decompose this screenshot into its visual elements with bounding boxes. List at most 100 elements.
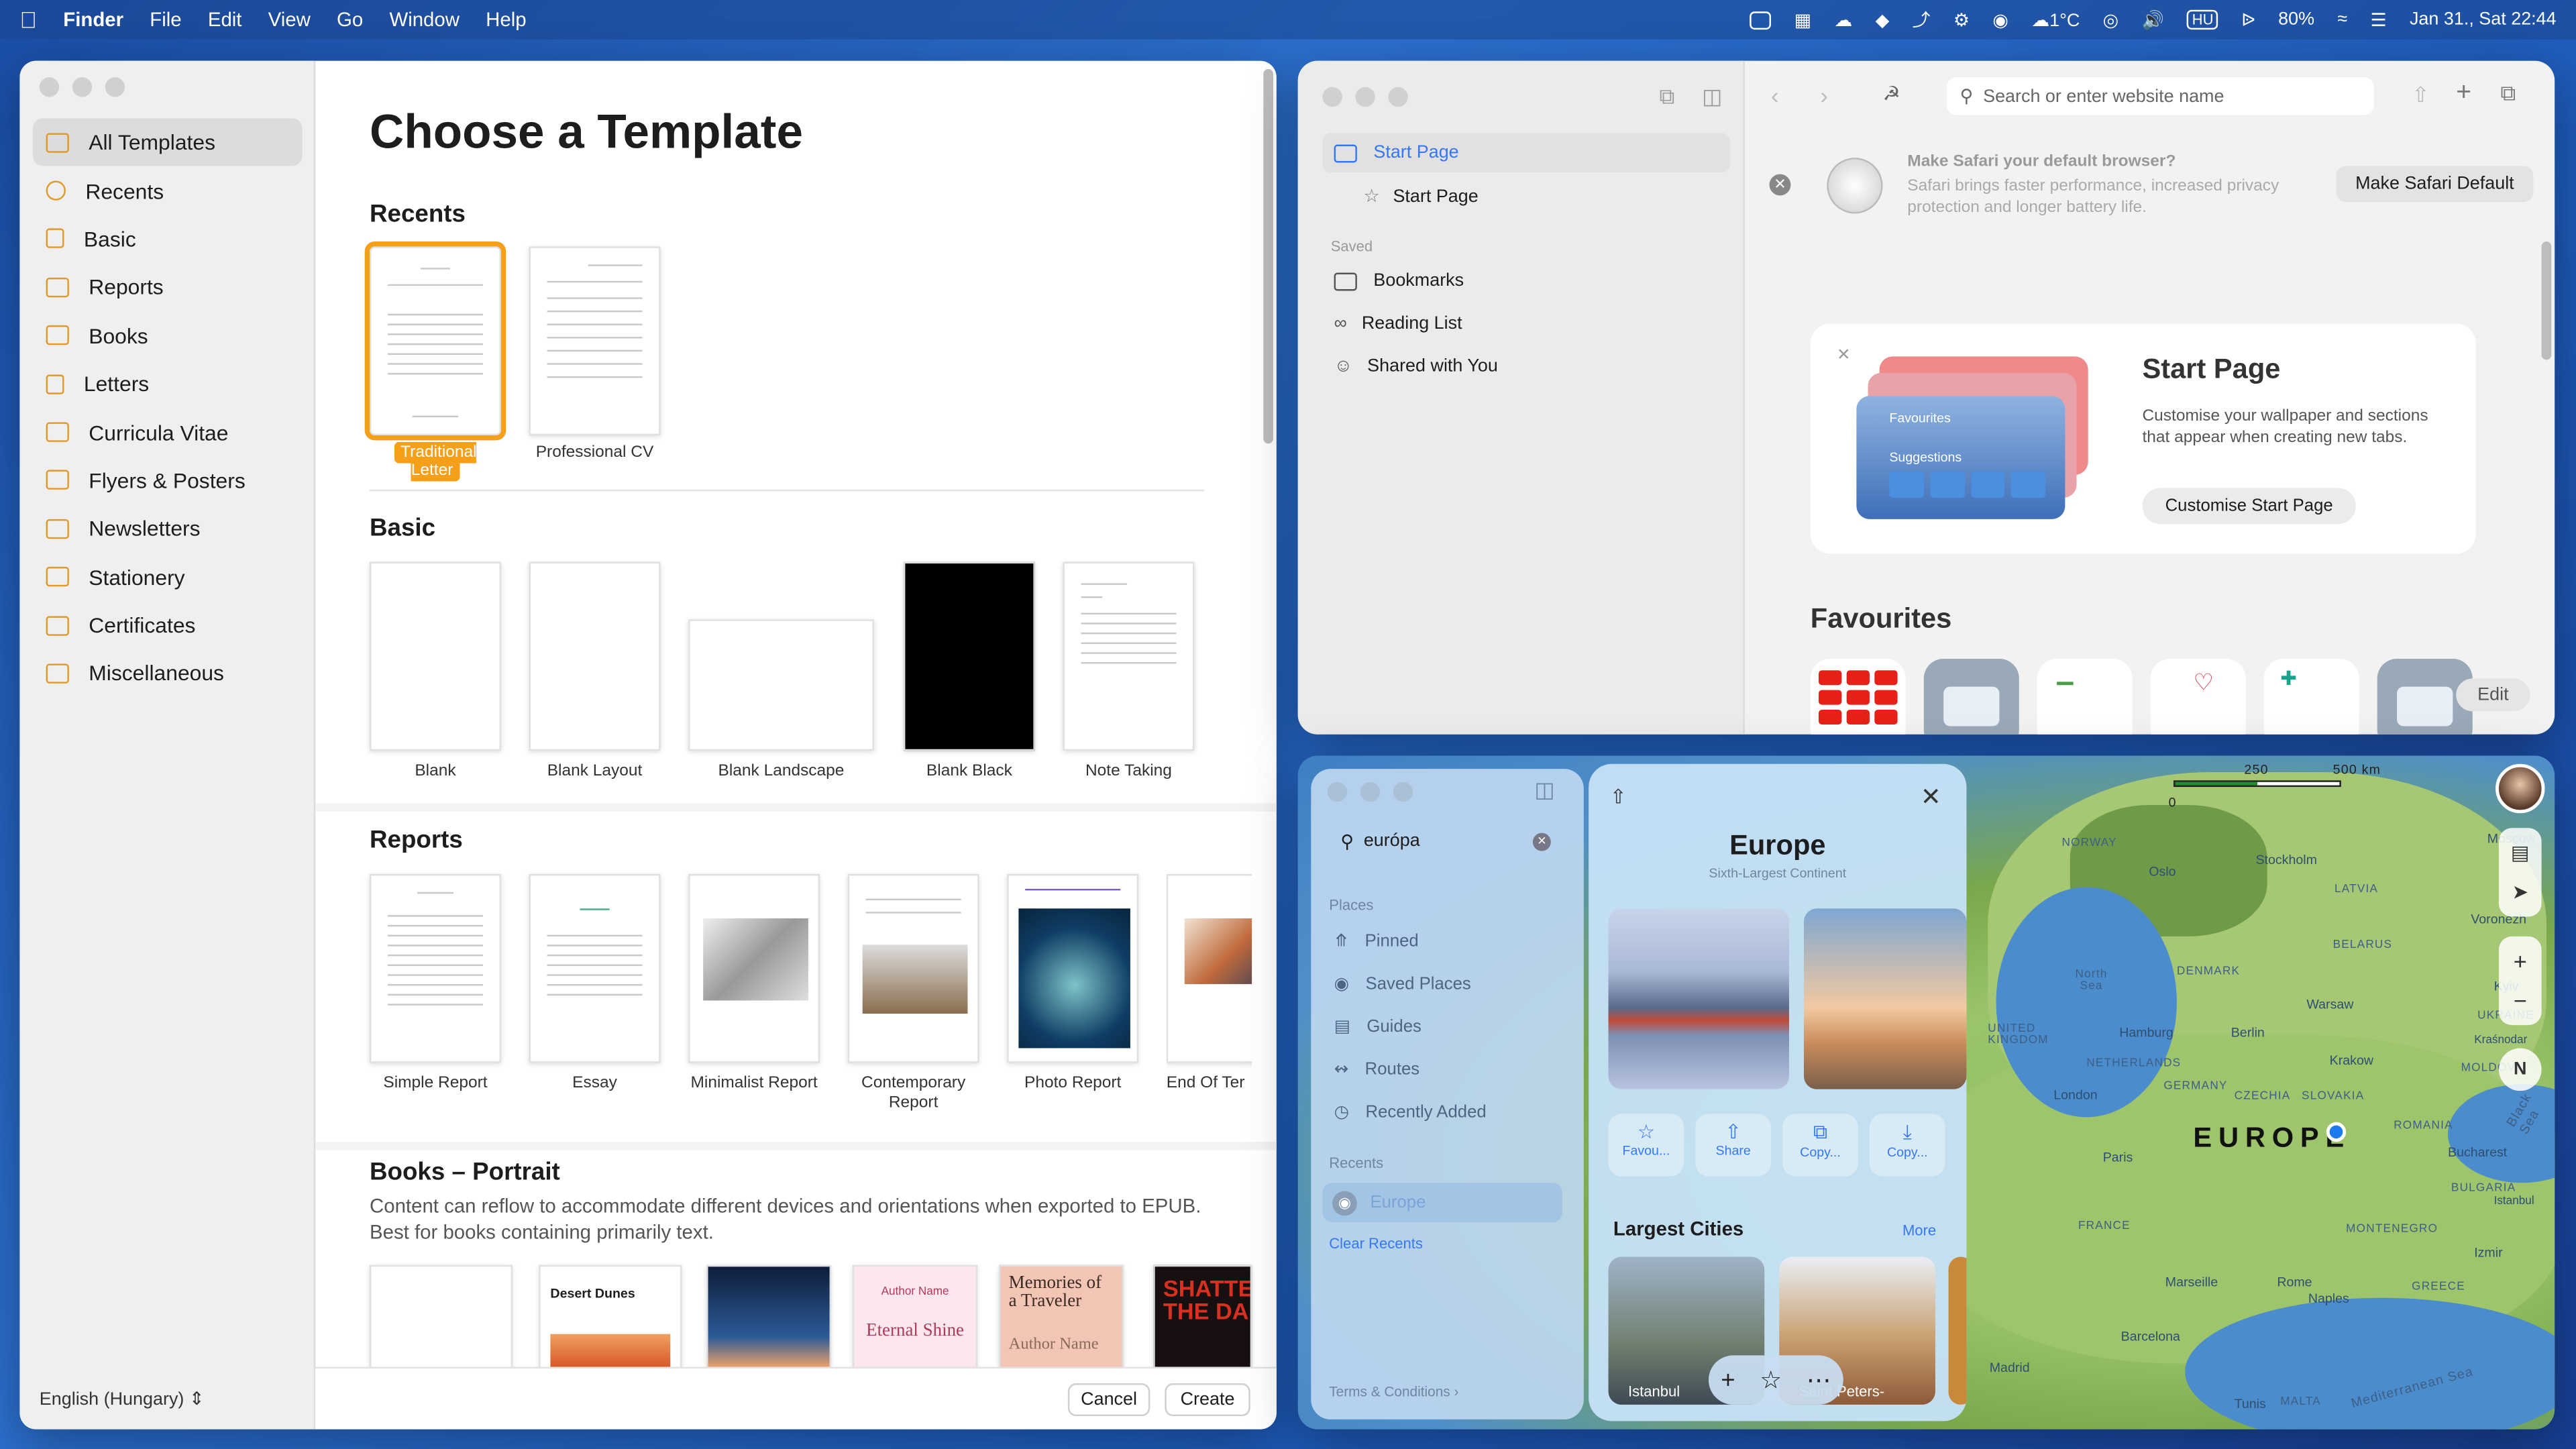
wifi-icon[interactable]: ≈ <box>2337 10 2347 30</box>
clock[interactable]: Jan 31., Sat 22:44 <box>2410 10 2557 30</box>
zoom-button[interactable] <box>105 77 125 97</box>
sidebar-item-newsletters[interactable]: Newsletters <box>33 504 303 553</box>
plus-icon[interactable]: + <box>1721 1366 1735 1394</box>
sidebar-item-all-templates[interactable]: All Templates <box>32 118 303 167</box>
sidebar-item-shared-with-you[interactable]: ☺ Shared with You <box>1334 356 1498 376</box>
favourite-action[interactable]: ☆ Favou... <box>1608 1114 1684 1177</box>
customise-start-page-button[interactable]: Customise Start Page <box>2142 488 2356 525</box>
places-item-routes[interactable]: ↭ Routes <box>1334 1060 1420 1079</box>
forward-icon[interactable]: › <box>1820 82 1827 108</box>
places-item-saved[interactable]: ◉ Saved Places <box>1334 974 1471 994</box>
favourite-site[interactable] <box>2037 659 2133 735</box>
map-icon[interactable]: ▤ <box>2511 841 2530 864</box>
book-template-night[interactable] <box>706 1265 832 1367</box>
book-template-desert-dunes[interactable]: Desert Dunes <box>539 1265 682 1367</box>
terms-link[interactable]: Terms & Conditions › <box>1329 1383 1458 1399</box>
minimize-button[interactable] <box>1360 782 1381 802</box>
cancel-button[interactable]: Cancel <box>1067 1383 1150 1417</box>
close-card-icon[interactable]: ✕ <box>1837 347 1851 365</box>
avatar[interactable] <box>2496 763 2545 814</box>
sidebar-item-reading-list[interactable]: ∞ Reading List <box>1334 314 1462 333</box>
menu-app-name[interactable]: Finder <box>63 8 123 31</box>
cloud-icon[interactable]: ☁ <box>1834 9 1852 30</box>
template-professional-cv[interactable]: Professional CV <box>529 246 661 462</box>
book-template-blank[interactable] <box>370 1265 513 1367</box>
volume-icon[interactable]: 🔊 <box>2141 9 2164 30</box>
favourite-folder-icon[interactable] <box>1923 659 2019 735</box>
sidebar-toggle-icon[interactable]: ◫ <box>1534 777 1554 803</box>
clear-recents-link[interactable]: Clear Recents <box>1329 1236 1423 1252</box>
zoom-button[interactable] <box>1393 782 1413 802</box>
compass-button[interactable]: N <box>2498 1048 2542 1091</box>
sidebar-item-bookmarks[interactable]: Bookmarks <box>1334 271 1464 290</box>
menu-view[interactable]: View <box>268 8 311 31</box>
share-icon[interactable]: ⇧ <box>2412 82 2430 108</box>
location-pin[interactable] <box>2326 1122 2347 1142</box>
template-simple-report[interactable]: Simple Report <box>370 873 501 1093</box>
template-traditional-letter[interactable]: Traditional Letter <box>364 241 506 482</box>
places-item-recently-added[interactable]: ◷ Recently Added <box>1334 1102 1487 1122</box>
menu-file[interactable]: File <box>150 8 181 31</box>
sidebar-item-certificates[interactable]: Certificates <box>33 601 303 649</box>
tab-group-icon[interactable]: ⧉ <box>1659 84 1674 110</box>
sidebar-item-miscellaneous[interactable]: Miscellaneous <box>33 649 303 698</box>
zoom-button[interactable] <box>1388 87 1408 107</box>
tab-overview-icon[interactable]: ⧉ <box>2500 80 2516 107</box>
minimize-button[interactable] <box>1355 87 1375 107</box>
control-center-icon[interactable]: ☰ <box>2370 9 2386 30</box>
share-action[interactable]: ⇧ Share <box>1695 1114 1772 1177</box>
template-end-of-term[interactable]: End Of Ter <box>1166 873 1252 1093</box>
template-contemporary-report[interactable]: Contemporary Report <box>847 873 979 1114</box>
copy-action[interactable]: ⧉ Copy... <box>1782 1114 1858 1177</box>
menu-help[interactable]: Help <box>486 8 526 31</box>
menu-go[interactable]: Go <box>337 8 363 31</box>
translate-icon[interactable]: ☭ <box>1883 82 1900 105</box>
star-icon[interactable]: ☆ <box>1760 1365 1782 1395</box>
place-photo[interactable] <box>1608 908 1789 1089</box>
close-button[interactable] <box>1327 782 1348 802</box>
dismiss-icon[interactable]: ✕ <box>1769 174 1791 196</box>
sidebar-item-basic[interactable]: Basic <box>33 215 303 263</box>
make-default-button[interactable]: Make Safari Default <box>2336 166 2534 203</box>
template-photo-report[interactable]: Photo Report <box>1007 873 1139 1093</box>
input-source[interactable]: HU <box>2187 9 2218 30</box>
tab-start-page[interactable]: ☆ Start Page <box>1364 186 1479 207</box>
battery-percent[interactable]: 80% <box>2278 10 2314 30</box>
sidebar-item-recents[interactable]: Recents <box>33 166 303 215</box>
sidebar-item-books[interactable]: Books <box>33 311 303 360</box>
weather-icon[interactable]: ☁1°C <box>2031 9 2080 30</box>
sidebar-toggle-icon[interactable]: ◫ <box>1702 84 1722 110</box>
close-button[interactable] <box>1322 87 1342 107</box>
template-blank[interactable]: Blank <box>370 561 501 780</box>
place-photo[interactable] <box>1804 908 1967 1089</box>
maps-search-field[interactable]: ⚲ európa ✕ <box>1328 823 1551 859</box>
more-link[interactable]: More <box>1902 1222 1936 1238</box>
share-icon[interactable]: ⇧ <box>1610 786 1627 808</box>
sidebar-item-cv[interactable]: Curricula Vitae <box>33 408 303 456</box>
template-minimalist-report[interactable]: Minimalist Report <box>688 873 820 1093</box>
favourite-site[interactable]: ♡ <box>2150 659 2246 735</box>
scrollbar[interactable] <box>2541 241 2552 360</box>
template-essay[interactable]: Essay <box>529 873 661 1093</box>
menu-edit[interactable]: Edit <box>208 8 242 31</box>
places-item-pinned[interactable]: ⤊ Pinned <box>1334 932 1419 951</box>
sidebar-item-reports[interactable]: Reports <box>33 263 303 311</box>
grid-icon[interactable]: ▦ <box>1794 9 1811 30</box>
address-bar[interactable]: ⚲ Search or enter website name <box>1947 77 2374 115</box>
shield-icon[interactable]: ◆ <box>1876 9 1890 30</box>
template-blank-layout[interactable]: Blank Layout <box>529 561 661 780</box>
template-note-taking[interactable]: Note Taking <box>1063 561 1195 780</box>
new-tab-icon[interactable]: + <box>2456 79 2471 109</box>
sidebar-item-flyers[interactable]: Flyers & Posters <box>33 456 303 504</box>
template-blank-landscape[interactable]: Blank Landscape <box>688 619 874 780</box>
language-selector[interactable]: English (Hungary) ⇕ <box>40 1388 205 1409</box>
book-template-eternal-shine[interactable]: Author Name Eternal Shine <box>853 1265 978 1367</box>
record-icon[interactable]: ◉ <box>1992 9 2008 30</box>
scrollbar[interactable] <box>1263 68 1273 444</box>
apple-menu-icon[interactable]:  <box>19 7 37 33</box>
tool-icon[interactable]: ⤴ <box>1913 7 1931 33</box>
menu-window[interactable]: Window <box>389 8 460 31</box>
minimize-button[interactable] <box>72 77 93 97</box>
focus-icon[interactable]: ◎ <box>2103 9 2119 30</box>
location-arrow-icon[interactable]: ➤ <box>2512 881 2528 904</box>
